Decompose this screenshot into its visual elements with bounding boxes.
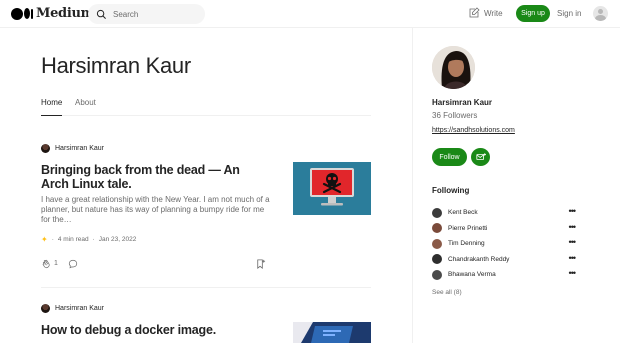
following-name[interactable]: Bhawana Verma	[448, 271, 496, 278]
article-thumbnail[interactable]	[293, 162, 371, 215]
article-author[interactable]: Harsimran Kaur	[41, 303, 371, 313]
following-list: Kent Beck ••• Pierre Prinetti ••• Tim De…	[432, 205, 577, 283]
publish-date: Jan 23, 2022	[98, 236, 137, 243]
member-star-icon: ✦	[41, 235, 48, 244]
more-options-icon[interactable]: •••	[569, 269, 577, 278]
more-options-icon[interactable]: •••	[569, 222, 577, 231]
following-item[interactable]: Tim Denning •••	[432, 236, 577, 252]
following-name[interactable]: Kent Beck	[448, 209, 478, 216]
article-actions: 1	[41, 258, 266, 270]
following-avatar	[432, 254, 442, 265]
search-icon	[96, 9, 106, 19]
more-options-icon[interactable]: •••	[569, 253, 577, 262]
following-avatar	[432, 238, 442, 249]
article-thumbnail[interactable]	[293, 322, 371, 343]
article-subtitle[interactable]: I have a great relationship with the New…	[41, 195, 273, 225]
article-separator	[41, 287, 371, 288]
page-title: Harsimran Kaur	[41, 53, 191, 78]
author-avatar	[41, 143, 50, 153]
followers-count[interactable]: 36 Followers	[432, 111, 477, 120]
article-card[interactable]: Harsimran Kaur How to debug a docker ima…	[41, 303, 371, 343]
profile-avatar[interactable]	[432, 46, 475, 89]
following-name[interactable]: Pierre Prinetti	[448, 225, 487, 232]
profile-website-link[interactable]: https://sandhsolutions.com	[432, 127, 515, 134]
write-label: Write	[484, 8, 503, 18]
article-card[interactable]: Harsimran Kaur Bringing back from the de…	[41, 143, 371, 273]
tab-home[interactable]: Home	[41, 98, 63, 116]
article-meta: ✦ · 4 min read · Jan 23, 2022	[41, 235, 137, 244]
comment-icon[interactable]	[68, 259, 78, 269]
author-avatar	[41, 303, 50, 313]
write-icon	[469, 7, 480, 18]
following-item[interactable]: Pierre Prinetti •••	[432, 221, 577, 237]
sign-in-link[interactable]: Sign in	[557, 9, 581, 18]
medium-logo[interactable]: Medium	[11, 6, 94, 21]
read-time: 4 min read	[57, 236, 89, 243]
more-options-icon[interactable]: •••	[569, 238, 577, 247]
profile-tabs: Home About	[41, 98, 371, 116]
see-all-following-link[interactable]: See all (8)	[432, 289, 462, 296]
sidebar-profile-name[interactable]: Harsimran Kaur	[432, 98, 492, 107]
follow-button[interactable]: Follow	[432, 148, 467, 166]
article-title[interactable]: Bringing back from the dead — An Arch Li…	[41, 163, 266, 191]
following-item[interactable]: Kent Beck •••	[432, 205, 577, 221]
following-name[interactable]: Chandrakanth Reddy	[448, 256, 509, 263]
top-navigation-bar: Medium Write Sign up Sign in	[0, 0, 620, 28]
subscribe-button[interactable]	[471, 148, 490, 166]
author-name: Harsimran Kaur	[55, 144, 105, 152]
brand-name: Medium	[36, 6, 95, 21]
following-item[interactable]: Bhawana Verma •••	[432, 267, 577, 283]
mail-plus-icon	[475, 153, 486, 160]
clap-count: 1	[54, 260, 58, 267]
clap-icon[interactable]	[41, 258, 52, 270]
bookmark-add-icon[interactable]	[255, 258, 266, 270]
more-options-icon[interactable]: •••	[569, 207, 577, 216]
following-avatar	[432, 223, 442, 234]
sidebar-divider	[412, 28, 413, 343]
following-name[interactable]: Tim Denning	[448, 240, 485, 247]
following-avatar	[432, 207, 442, 218]
search-bar[interactable]	[88, 4, 205, 24]
following-avatar	[432, 269, 442, 280]
following-item[interactable]: Chandrakanth Reddy •••	[432, 252, 577, 268]
article-author[interactable]: Harsimran Kaur	[41, 143, 371, 153]
following-heading: Following	[432, 186, 470, 195]
article-title[interactable]: How to debug a docker image.	[41, 323, 266, 337]
medium-logo-icon	[11, 7, 33, 20]
author-name: Harsimran Kaur	[55, 304, 105, 312]
search-input[interactable]	[113, 9, 193, 19]
user-avatar-icon[interactable]	[593, 6, 608, 21]
tab-about[interactable]: About	[75, 98, 96, 107]
write-button[interactable]: Write	[468, 7, 503, 19]
sign-up-button[interactable]: Sign up	[516, 5, 550, 22]
